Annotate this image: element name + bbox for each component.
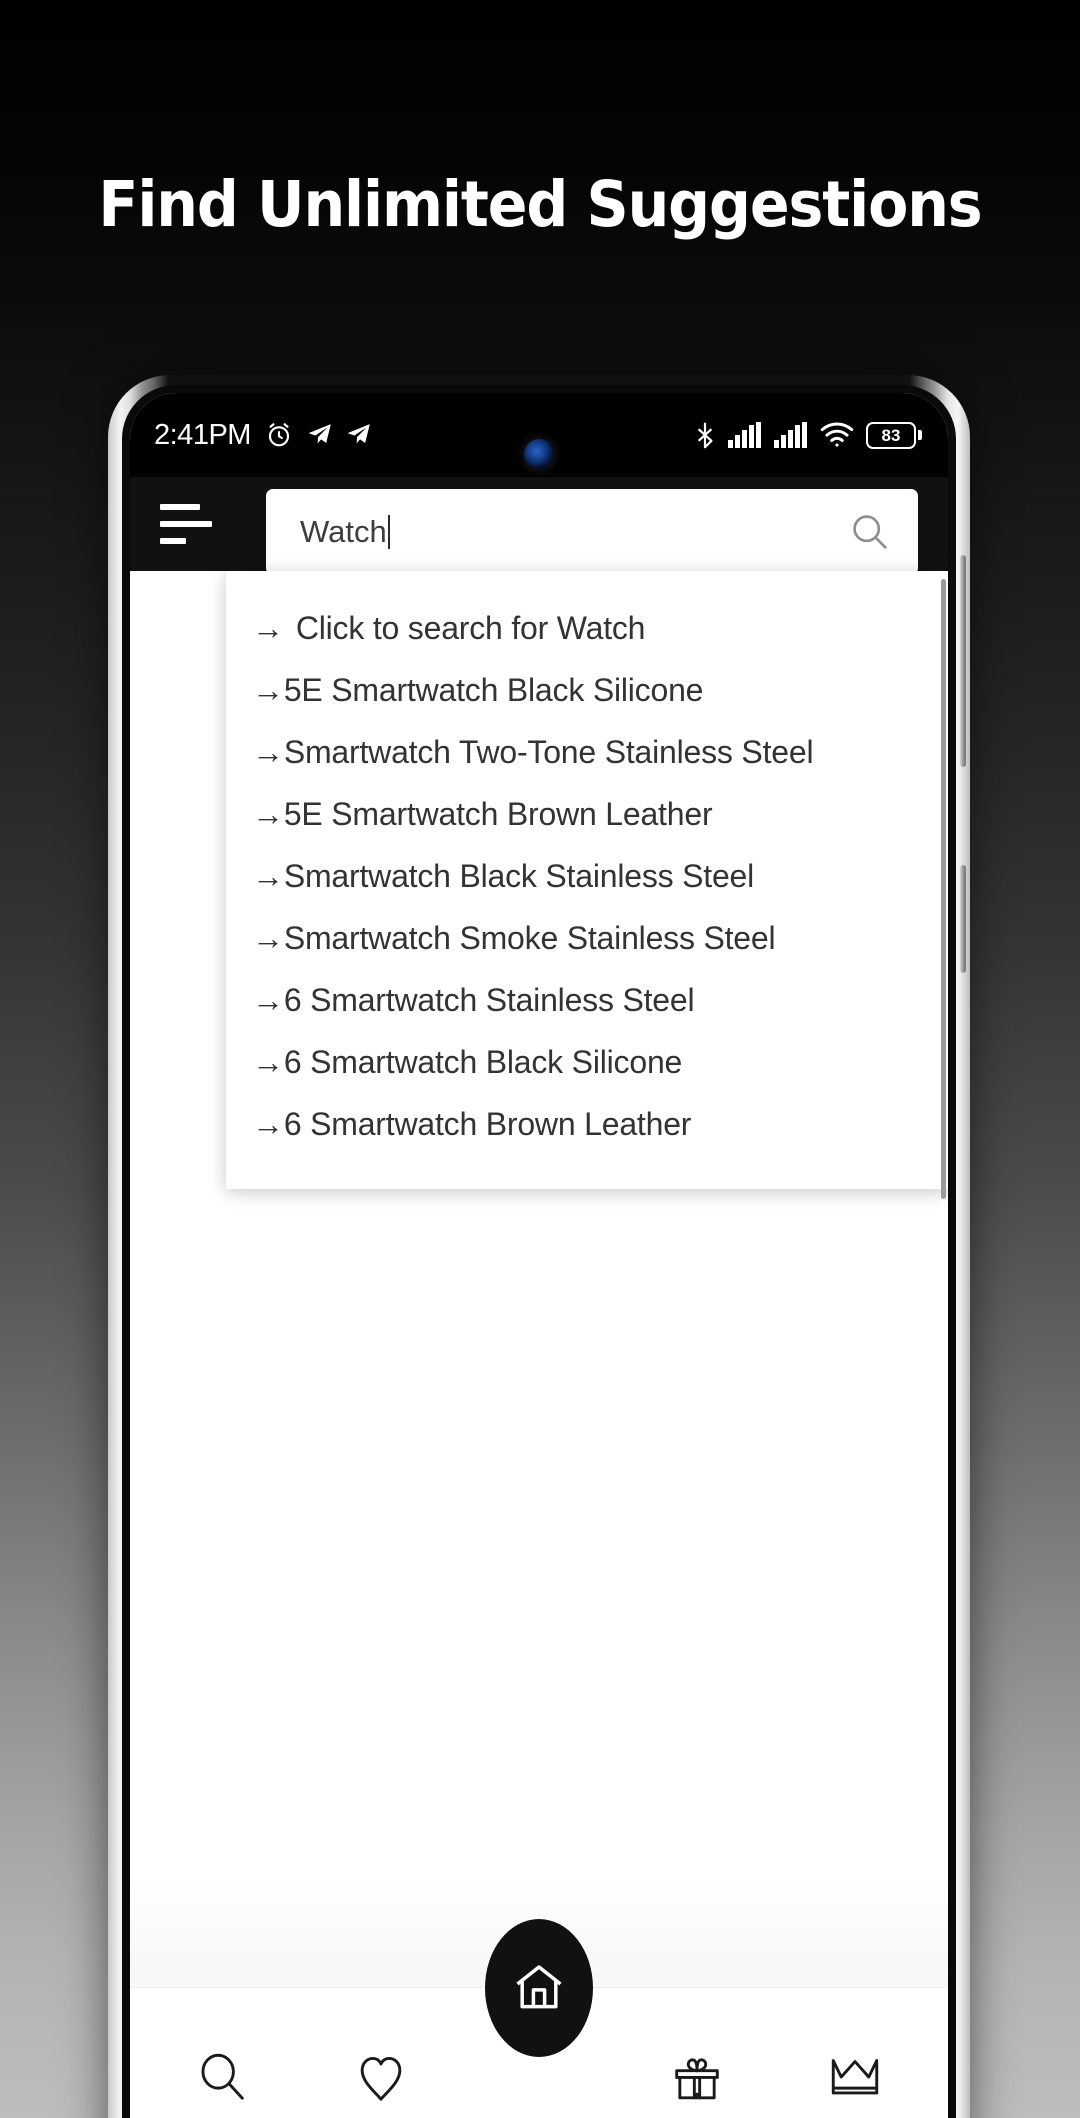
nav-item-search[interactable] bbox=[168, 2022, 278, 2118]
search-icon[interactable] bbox=[848, 510, 892, 554]
suggestion-item[interactable]: → 6 Smartwatch Stainless Steel bbox=[226, 969, 948, 1031]
suggestion-label: 5E Smartwatch Black Silicone bbox=[283, 672, 704, 708]
app-bar: Watch bbox=[130, 477, 948, 575]
telegram-icon bbox=[346, 422, 372, 448]
arrow-right-icon: → bbox=[252, 1106, 284, 1142]
heart-icon bbox=[352, 2048, 410, 2106]
dropdown-scrollbar[interactable] bbox=[941, 579, 946, 1199]
arrow-right-icon: → bbox=[252, 734, 284, 770]
home-icon bbox=[511, 1960, 567, 2016]
search-input[interactable]: Watch bbox=[300, 514, 848, 550]
suggestion-item[interactable]: → 5E Smartwatch Black Silicone bbox=[226, 659, 948, 721]
status-bar: 2:41PM 83 bbox=[130, 393, 948, 477]
text-caret bbox=[387, 515, 390, 549]
arrow-right-icon: → bbox=[252, 1044, 284, 1080]
signal-icon bbox=[728, 422, 762, 448]
suggestion-label: 6 Smartwatch Stainless Steel bbox=[283, 982, 695, 1018]
arrow-right-icon: → bbox=[252, 858, 284, 894]
suggestion-item[interactable]: → Click to search for Watch bbox=[226, 597, 948, 659]
power-button[interactable] bbox=[960, 865, 966, 973]
suggestion-item[interactable]: → 6 Smartwatch Brown Leather bbox=[226, 1093, 948, 1155]
page-title: Find Unlimited Suggestions bbox=[98, 168, 982, 241]
crown-icon bbox=[826, 2048, 884, 2106]
phone-mockup: 2:41PM 83 Watch → Click to search for Wa… bbox=[108, 375, 970, 2118]
phone-screen: 2:41PM 83 Watch → Click to search for Wa… bbox=[130, 393, 948, 2118]
arrow-right-icon: → bbox=[252, 672, 284, 708]
nav-item-gifts[interactable] bbox=[642, 2022, 752, 2118]
nav-item-wishlist[interactable] bbox=[326, 2022, 436, 2118]
status-time: 2:41PM bbox=[154, 418, 251, 451]
alarm-icon bbox=[264, 420, 294, 450]
signal-icon bbox=[774, 422, 808, 448]
suggestion-item[interactable]: → Smartwatch Black Stainless Steel bbox=[226, 845, 948, 907]
suggestion-item[interactable]: → 6 Smartwatch Black Silicone bbox=[226, 1031, 948, 1093]
arrow-right-icon: → bbox=[252, 982, 284, 1018]
battery-nub bbox=[918, 430, 922, 440]
gift-icon bbox=[668, 2048, 726, 2106]
search-bar[interactable]: Watch bbox=[266, 489, 918, 575]
arrow-right-icon: → bbox=[252, 796, 284, 832]
battery-icon: 83 bbox=[866, 421, 922, 449]
volume-button[interactable] bbox=[960, 555, 966, 767]
suggestion-item[interactable]: → 5E Smartwatch Brown Leather bbox=[226, 783, 948, 845]
nav-item-premium[interactable] bbox=[800, 2022, 910, 2118]
search-suggestions-dropdown: → Click to search for Watch → 5E Smartwa… bbox=[226, 571, 948, 1199]
suggestion-label: 6 Smartwatch Brown Leather bbox=[283, 1106, 692, 1142]
hamburger-menu-icon[interactable] bbox=[160, 504, 216, 544]
wifi-icon bbox=[820, 422, 854, 448]
search-icon bbox=[194, 2048, 252, 2106]
battery-level: 83 bbox=[866, 421, 916, 449]
front-camera bbox=[524, 439, 554, 469]
suggestion-label: Smartwatch Black Stainless Steel bbox=[283, 858, 755, 894]
telegram-icon bbox=[307, 422, 333, 448]
arrow-right-icon: → bbox=[252, 610, 284, 646]
screen-content: To Cus → Click to search for Watch → 5E … bbox=[130, 571, 948, 2118]
status-bar-right: 83 bbox=[694, 421, 922, 449]
suggestion-item[interactable]: → Smartwatch Smoke Stainless Steel bbox=[226, 907, 948, 969]
bluetooth-icon bbox=[694, 421, 716, 449]
promo-screenshot: Find Unlimited Suggestions 2:41PM 83 Wat… bbox=[0, 0, 1080, 2118]
suggestion-label: Click to search for Watch bbox=[295, 610, 646, 646]
status-bar-left: 2:41PM bbox=[154, 419, 372, 452]
suggestion-label: Smartwatch Two-Tone Stainless Steel bbox=[283, 734, 814, 770]
suggestion-label: 5E Smartwatch Brown Leather bbox=[283, 796, 713, 832]
suggestion-label: 6 Smartwatch Black Silicone bbox=[283, 1044, 683, 1080]
home-button[interactable] bbox=[485, 1919, 593, 2057]
suggestion-item[interactable]: → Smartwatch Two-Tone Stainless Steel bbox=[226, 721, 948, 783]
suggestion-label: Smartwatch Smoke Stainless Steel bbox=[283, 920, 776, 956]
arrow-right-icon: → bbox=[252, 920, 284, 956]
